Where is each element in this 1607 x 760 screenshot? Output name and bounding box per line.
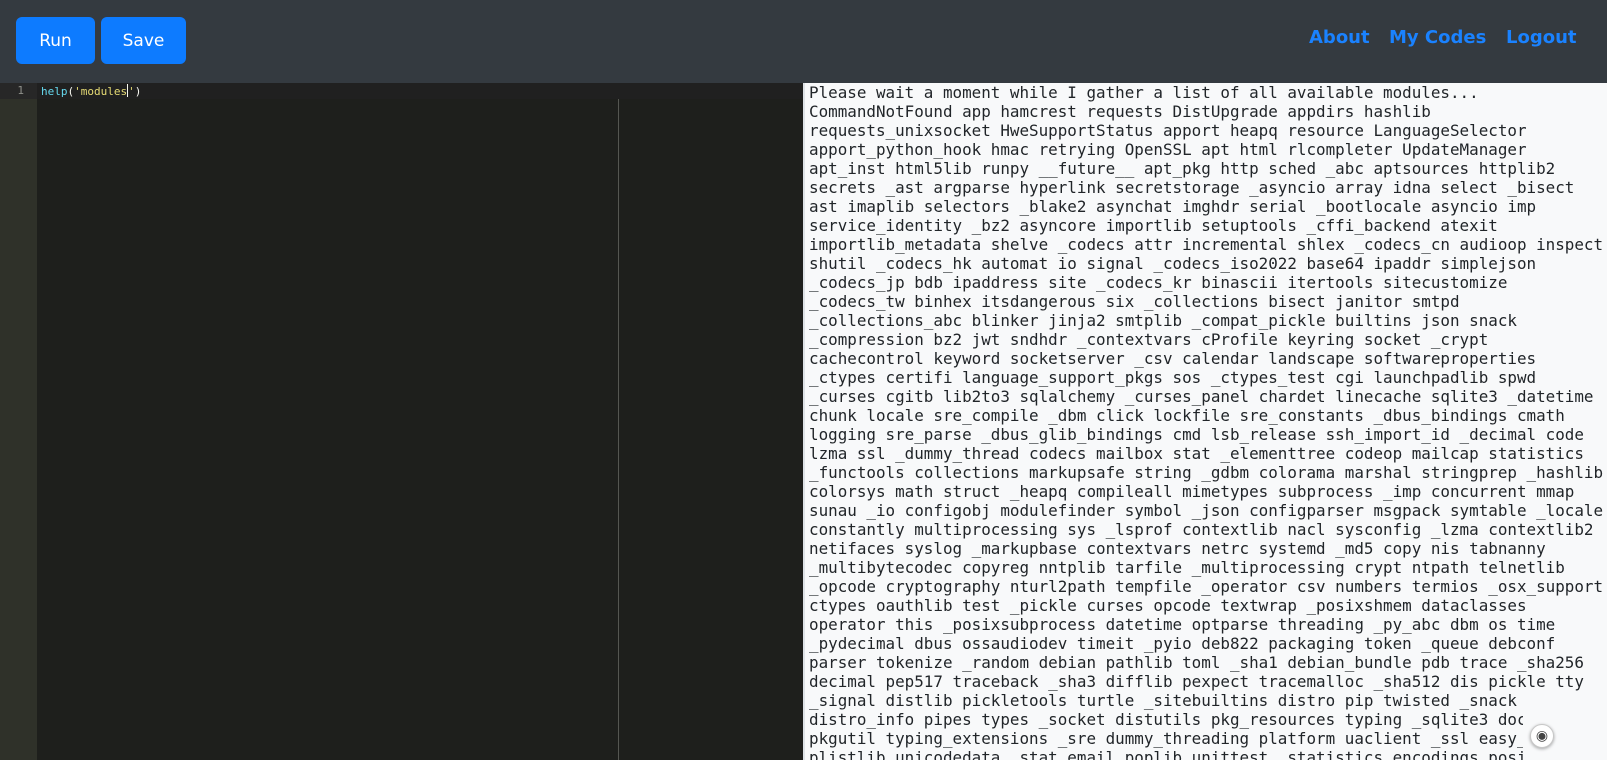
- code-paren-close: ): [134, 85, 142, 98]
- output-line: _codecs_tw binhex itsdangerous six _coll…: [809, 292, 1460, 311]
- output-line: _functools collections markupsafe string…: [809, 463, 1604, 482]
- output-line: _signal distlib pickletools turtle _site…: [809, 691, 1517, 710]
- save-button[interactable]: Save: [101, 17, 186, 64]
- output-line: importlib_metadata shelve _codecs attr i…: [809, 235, 1604, 254]
- output-line: _pydecimal dbus ossaudiodev timeit _pyio…: [809, 634, 1556, 653]
- output-line: _multibytecodec copyreg nntplib tarfile …: [809, 558, 1565, 577]
- code-string-quote: ': [128, 85, 135, 98]
- code-line[interactable]: help('modules'): [41, 84, 141, 99]
- output-line: _collections_abc blinker jinja2 smtplib …: [809, 311, 1517, 330]
- output-line: shutil _codecs_hk automat io signal _cod…: [809, 254, 1537, 273]
- output-line: distro_info pipes types _socket distutil…: [809, 710, 1527, 729]
- line-number: 1: [17, 84, 24, 97]
- output-line: cachecontrol keyword socketserver _csv c…: [809, 349, 1537, 368]
- output-line: requests_unixsocket HweSupportStatus app…: [809, 121, 1527, 140]
- output-line: secrets _ast argparse hyperlink secretst…: [809, 178, 1575, 197]
- output-line: logging sre_parse _dbus_glib_bindings cm…: [809, 425, 1584, 444]
- output-line: ast imaplib selectors _blake2 asynchat i…: [809, 197, 1537, 216]
- output-line: _codecs_jp bdb ipaddress site _codecs_kr…: [809, 273, 1508, 292]
- code-function-token: help: [41, 85, 68, 98]
- output-line: pkgutil typing_extensions _sre dummy_thr…: [809, 729, 1527, 748]
- line-number-gutter: 1: [0, 83, 37, 760]
- output-line: sunau _io configobj modulefinder symbol …: [809, 501, 1604, 520]
- output-line: Please wait a moment while I gather a li…: [809, 83, 1479, 102]
- output-line: lzma ssl _dummy_thread codecs mailbox st…: [809, 444, 1584, 463]
- output-line: apt_inst html5lib runpy __future__ apt_p…: [809, 159, 1556, 178]
- run-button[interactable]: Run: [16, 17, 95, 64]
- output-line: apport_python_hook hmac retrying OpenSSL…: [809, 140, 1527, 159]
- output-line: colorsys math struct _heapq compileall m…: [809, 482, 1575, 501]
- output-line: _opcode cryptography nturl2path tempfile…: [809, 577, 1604, 596]
- print-margin-line: [618, 99, 619, 760]
- output-line: plistlib unicodedata _stat email poplib …: [809, 748, 1527, 760]
- output-line: ctypes oauthlib test _pickle curses opco…: [809, 596, 1527, 615]
- output-line: service_identity _bz2 asyncore importlib…: [809, 216, 1498, 235]
- output-line: constantly multiprocessing sys _lsprof c…: [809, 520, 1594, 539]
- output-line: parser tokenize _random debian pathlib t…: [809, 653, 1584, 672]
- output-line: CommandNotFound app hamcrest requests Di…: [809, 102, 1431, 121]
- nav-link-my-codes[interactable]: My Codes: [1389, 27, 1486, 48]
- code-editor[interactable]: 1 help('modules'): [0, 83, 803, 760]
- code-string-token: 'modules: [74, 85, 128, 98]
- top-navbar: Run Save About My Codes Logout: [0, 0, 1607, 83]
- output-panel[interactable]: Please wait a moment while I gather a li…: [803, 83, 1607, 760]
- nav-link-about[interactable]: About: [1309, 27, 1370, 48]
- record-icon[interactable]: ◉: [1530, 724, 1554, 748]
- output-line: chunk locale sre_compile _dbm click lock…: [809, 406, 1565, 425]
- output-line: decimal pep517 traceback _sha3 difflib p…: [809, 672, 1584, 691]
- output-line: _compression bz2 jwt sndhdr _contextvars…: [809, 330, 1489, 349]
- output-line: _ctypes certifi language_support_pkgs so…: [809, 368, 1537, 387]
- nav-link-logout[interactable]: Logout: [1506, 27, 1577, 48]
- output-text: Please wait a moment while I gather a li…: [805, 83, 1607, 760]
- output-line: netifaces syslog _markupbase contextvars…: [809, 539, 1546, 558]
- output-line: _curses cgitb lib2to3 sqlalchemy _curses…: [809, 387, 1594, 406]
- output-line: operator this _posixsubprocess datetime …: [809, 615, 1556, 634]
